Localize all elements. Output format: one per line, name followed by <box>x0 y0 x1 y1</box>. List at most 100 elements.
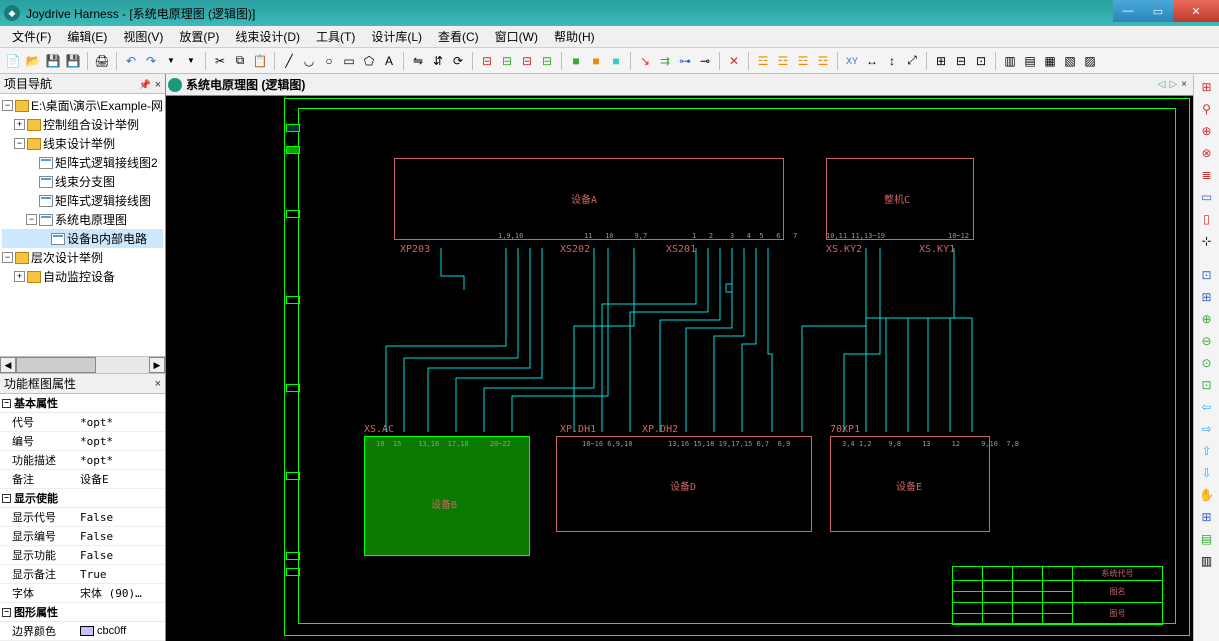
paste-icon[interactable]: 📋 <box>251 52 269 70</box>
dim3-icon[interactable]: ⤢ <box>903 52 921 70</box>
print-icon[interactable]: 🖨 <box>93 52 111 70</box>
align4-icon[interactable]: ⊟ <box>538 52 556 70</box>
line-icon[interactable]: ╱ <box>280 52 298 70</box>
grid3-icon[interactable]: ⊡ <box>972 52 990 70</box>
tree-hscrollbar[interactable]: ◀ ▶ <box>0 356 165 374</box>
zoom-in-icon[interactable]: ⊕ <box>1198 310 1216 328</box>
circle-icon[interactable]: ○ <box>320 52 338 70</box>
opt2-icon[interactable]: ▤ <box>1021 52 1039 70</box>
tree-n1[interactable]: 控制组合设计举例 <box>43 116 139 133</box>
rotate-icon[interactable]: ⟳ <box>449 52 467 70</box>
pg-xdaihao[interactable]: False <box>78 508 165 526</box>
block-cyan-icon[interactable]: ■ <box>607 52 625 70</box>
open-icon[interactable]: 📂 <box>24 52 42 70</box>
scroll-right-icon[interactable]: ▶ <box>149 357 165 373</box>
align3-icon[interactable]: ⊟ <box>518 52 536 70</box>
drop2-icon[interactable]: ▼ <box>182 52 200 70</box>
tab-close-icon[interactable]: × <box>1181 79 1187 90</box>
zoom-out-icon[interactable]: ⊖ <box>1198 332 1216 350</box>
text-icon[interactable]: A <box>380 52 398 70</box>
menu-view[interactable]: 视图(V) <box>115 26 171 47</box>
wire-icon[interactable]: ↘ <box>636 52 654 70</box>
snap-icon[interactable]: ⊕ <box>1198 122 1216 140</box>
menu-tools[interactable]: 工具(T) <box>308 26 363 47</box>
pg-gongneng[interactable]: *opt* <box>78 451 165 469</box>
drop1-icon[interactable]: ▼ <box>162 52 180 70</box>
copy-icon[interactable]: ⧉ <box>231 52 249 70</box>
zoom-fit-icon[interactable]: ⊙ <box>1198 354 1216 372</box>
tree-n2d1[interactable]: 设备B内部电路 <box>67 230 147 247</box>
tree-n2b[interactable]: 线束分支图 <box>55 173 115 190</box>
opt1-icon[interactable]: ▥ <box>1001 52 1019 70</box>
flipv-icon[interactable]: ⇵ <box>429 52 447 70</box>
redo-icon[interactable]: ↷ <box>142 52 160 70</box>
grid-icon[interactable]: ⊞ <box>1198 78 1216 96</box>
pan-left-icon[interactable]: ⇦ <box>1198 398 1216 416</box>
maximize-button[interactable]: ▭ <box>1143 0 1173 22</box>
comp3-icon[interactable]: ☲ <box>794 52 812 70</box>
nav-close-icon[interactable]: × <box>155 79 161 91</box>
schematic-canvas[interactable]: 设备A 整机C XP203 XS202 XS201 XS.KY2 XS.KY1 … <box>166 96 1193 641</box>
menu-place[interactable]: 放置(P) <box>171 26 227 47</box>
prop-close-icon[interactable]: × <box>155 378 161 390</box>
net-icon[interactable]: ⊶ <box>676 52 694 70</box>
origin-icon[interactable]: ⊹ <box>1198 232 1216 250</box>
tree-n2c[interactable]: 矩阵式逻辑接线图 <box>55 192 151 209</box>
block-green-icon[interactable]: ■ <box>567 52 585 70</box>
layer-icon[interactable]: ≣ <box>1198 166 1216 184</box>
pg-cat-basic[interactable]: 基本属性 <box>14 395 58 411</box>
undo-icon[interactable]: ↶ <box>122 52 140 70</box>
pg-daihao[interactable]: *opt* <box>78 413 165 431</box>
align1-icon[interactable]: ⊟ <box>478 52 496 70</box>
saveall-icon[interactable]: 💾 <box>64 52 82 70</box>
library-icon[interactable]: ▤ <box>1198 530 1216 548</box>
parts-icon[interactable]: ⊞ <box>1198 508 1216 526</box>
fliph-icon[interactable]: ⇋ <box>409 52 427 70</box>
pg-xbeizhu[interactable]: True <box>78 565 165 583</box>
align2-icon[interactable]: ⊟ <box>498 52 516 70</box>
ruler2-icon[interactable]: ▯ <box>1198 210 1216 228</box>
doc-tab-label[interactable]: 系统电原理图 (逻辑图) <box>186 76 305 93</box>
arc-icon[interactable]: ◡ <box>300 52 318 70</box>
dim2-icon[interactable]: ↕ <box>883 52 901 70</box>
save-icon[interactable]: 💾 <box>44 52 62 70</box>
menu-check[interactable]: 查看(C) <box>430 26 487 47</box>
project-tree[interactable]: −E:\桌面\演示\Example-网 +控制组合设计举例 −线束设计举例 矩阵… <box>0 94 165 356</box>
view1-icon[interactable]: ⊡ <box>1198 266 1216 284</box>
menu-help[interactable]: 帮助(H) <box>546 26 603 47</box>
tab-next-icon[interactable]: ▷ <box>1169 79 1177 90</box>
property-grid[interactable]: −基本属性 代号*opt* 编号*opt* 功能描述*opt* 备注设备E −显… <box>0 394 165 641</box>
pg-xgongneng[interactable]: False <box>78 546 165 564</box>
pg-beizhu[interactable]: 设备E <box>78 470 165 488</box>
pg-cat-display[interactable]: 显示使能 <box>14 490 58 506</box>
opt4-icon[interactable]: ▧ <box>1061 52 1079 70</box>
menu-harness[interactable]: 线束设计(D) <box>227 26 308 47</box>
comp4-icon[interactable]: ☲ <box>814 52 832 70</box>
opt5-icon[interactable]: ▨ <box>1081 52 1099 70</box>
rect-icon[interactable]: ▭ <box>340 52 358 70</box>
ruler-icon[interactable]: ▭ <box>1198 188 1216 206</box>
xy1-icon[interactable]: XY <box>843 52 861 70</box>
pan-up-icon[interactable]: ⇧ <box>1198 442 1216 460</box>
pin-icon[interactable]: 📌 <box>139 80 151 91</box>
pg-xbianhao[interactable]: False <box>78 527 165 545</box>
comp2-icon[interactable]: ☲ <box>774 52 792 70</box>
cut-icon[interactable]: ✂ <box>211 52 229 70</box>
hand-icon[interactable]: ✋ <box>1198 486 1216 504</box>
tree-n2a[interactable]: 矩阵式逻辑接线图2 <box>55 154 158 171</box>
pan-right-icon[interactable]: ⇨ <box>1198 420 1216 438</box>
tab-prev-icon[interactable]: ◁ <box>1158 79 1166 90</box>
grid1-icon[interactable]: ⊞ <box>932 52 950 70</box>
snap2-icon[interactable]: ⊗ <box>1198 144 1216 162</box>
close-button[interactable]: ✕ <box>1173 0 1219 22</box>
poly-icon[interactable]: ⬠ <box>360 52 378 70</box>
pg-bianjie[interactable]: cbc0ff <box>78 622 165 640</box>
tree-n3a[interactable]: 自动监控设备 <box>43 268 115 285</box>
delete2-icon[interactable]: ✕ <box>725 52 743 70</box>
bus-icon[interactable]: ⇉ <box>656 52 674 70</box>
zoom-sel-icon[interactable]: ⊡ <box>1198 376 1216 394</box>
tree-root[interactable]: E:\桌面\演示\Example-网 <box>31 97 163 114</box>
minimize-button[interactable]: — <box>1113 0 1143 22</box>
menu-library[interactable]: 设计库(L) <box>363 26 430 47</box>
anchor-icon[interactable]: ⚲ <box>1198 100 1216 118</box>
